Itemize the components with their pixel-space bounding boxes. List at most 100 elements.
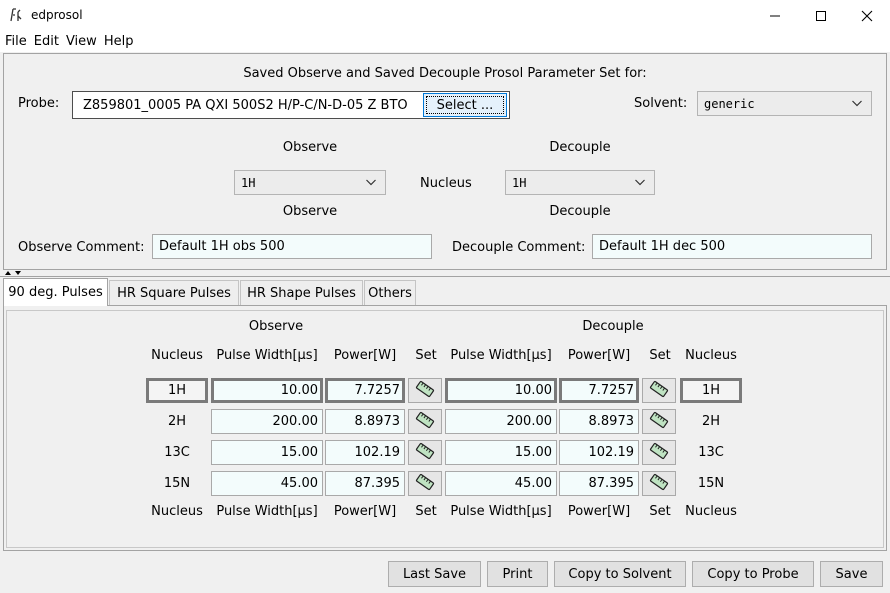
observe-set-button[interactable] <box>408 471 442 496</box>
menu-file[interactable]: File <box>5 34 31 49</box>
decouple-title: Decouple <box>549 140 611 155</box>
ruler-icon <box>648 380 670 402</box>
ruler-icon <box>648 411 670 433</box>
select-probe-button[interactable]: Select ... <box>423 93 507 117</box>
observe-set-button[interactable] <box>408 409 442 434</box>
chevron-down-icon <box>366 179 376 186</box>
decouple-power-cell[interactable]: 87.395 <box>559 471 639 496</box>
footer-header-observe-set: Set <box>415 504 437 519</box>
copy-to-solvent-button[interactable]: Copy to Solvent <box>554 561 686 587</box>
menu-edit[interactable]: Edit <box>34 34 63 49</box>
decouple-nucleus-dropdown[interactable]: 1H <box>505 170 655 195</box>
print-button[interactable]: Print <box>487 561 548 587</box>
table-decouple-title: Decouple <box>582 319 644 334</box>
footer-header-decouple-pulse-width: Pulse Width[µs] <box>450 504 552 519</box>
decouple-comment-value: Default 1H dec 500 <box>599 239 726 254</box>
ruler-icon <box>414 380 436 402</box>
solvent-label: Solvent: <box>634 96 688 111</box>
observe-power-cell[interactable]: 102.19 <box>325 440 405 465</box>
menu-help[interactable]: Help <box>104 34 138 49</box>
decouple-nucleus-cell: 13C <box>698 445 724 460</box>
solvent-value: generic <box>704 96 755 111</box>
column-header-observe-pulse-width: Pulse Width[µs] <box>216 348 318 363</box>
maximize-icon <box>816 10 826 21</box>
observe-comment-field[interactable]: Default 1H obs 500 <box>152 234 432 259</box>
footer-header-decouple-nucleus: Nucleus <box>685 504 737 519</box>
observe-set-button[interactable] <box>408 440 442 465</box>
decouple-power-cell[interactable]: 8.8973 <box>559 409 639 434</box>
decouple-pulse-width-cell[interactable]: 15.00 <box>445 440 557 465</box>
decouple-nucleus-value: 1H <box>512 175 527 190</box>
footer-header-decouple-set: Set <box>649 504 671 519</box>
split-divider[interactable] <box>0 276 890 277</box>
minimize-button[interactable] <box>752 0 798 31</box>
decouple-pulse-width-cell[interactable]: 200.00 <box>445 409 557 434</box>
chevron-down-icon <box>852 100 862 107</box>
observe-subtitle: Observe <box>282 204 338 219</box>
tab-hr-shape-pulses[interactable]: HR Shape Pulses <box>240 280 363 305</box>
ruler-icon <box>414 473 436 495</box>
ruler-icon <box>648 442 670 464</box>
decouple-set-button[interactable] <box>642 409 676 434</box>
decouple-power-cell[interactable]: 102.19 <box>559 440 639 465</box>
decouple-set-button[interactable] <box>642 471 676 496</box>
close-icon <box>861 10 873 21</box>
footer-header-observe-power: Power[W] <box>333 504 397 519</box>
solvent-dropdown[interactable]: generic <box>697 91 872 116</box>
observe-power-cell[interactable]: 87.395 <box>325 471 405 496</box>
observe-power-cell[interactable]: 8.8973 <box>325 409 405 434</box>
decouple-nucleus-cell: 1H <box>680 378 742 403</box>
decouple-pulse-width-cell[interactable]: 45.00 <box>445 471 557 496</box>
maximize-button[interactable] <box>798 0 844 31</box>
column-header-decouple-set: Set <box>649 348 671 363</box>
footer-header-observe-pulse-width: Pulse Width[µs] <box>216 504 318 519</box>
column-header-decouple-nucleus: Nucleus <box>685 348 737 363</box>
decouple-set-button[interactable] <box>642 378 676 403</box>
save-button[interactable]: Save <box>820 561 883 587</box>
observe-power-cell[interactable]: 7.7257 <box>325 378 405 403</box>
last-save-button[interactable]: Last Save <box>388 561 481 587</box>
column-header-decouple-pulse-width: Pulse Width[µs] <box>450 348 552 363</box>
column-header-observe-nucleus: Nucleus <box>151 348 203 363</box>
decouple-power-cell[interactable]: 7.7257 <box>559 378 639 403</box>
decouple-comment-label: Decouple Comment: <box>452 240 586 255</box>
window-title: edprosol <box>31 8 83 22</box>
observe-title: Observe <box>282 140 338 155</box>
minimize-icon <box>770 15 780 16</box>
decouple-comment-field[interactable]: Default 1H dec 500 <box>592 234 872 259</box>
decouple-pulse-width-cell[interactable]: 10.00 <box>445 378 557 403</box>
tab-90-deg-pulses[interactable]: 90 deg. Pulses <box>3 278 108 306</box>
close-button[interactable] <box>844 0 890 31</box>
table-observe-title: Observe <box>248 319 304 334</box>
chevron-down-icon <box>635 179 645 186</box>
observe-nucleus-value: 1H <box>241 175 256 190</box>
ruler-icon <box>414 411 436 433</box>
observe-pulse-width-cell[interactable]: 45.00 <box>211 471 323 496</box>
observe-comment-label: Observe Comment: <box>18 240 145 255</box>
observe-nucleus-cell: 15N <box>163 476 191 491</box>
column-header-decouple-power: Power[W] <box>567 348 631 363</box>
column-header-observe-set: Set <box>415 348 437 363</box>
app-icon <box>9 7 25 23</box>
probe-label: Probe: <box>18 96 60 111</box>
decouple-nucleus-cell: 15N <box>697 476 725 491</box>
nucleus-label: Nucleus <box>420 176 472 191</box>
copy-to-probe-button[interactable]: Copy to Probe <box>692 561 814 587</box>
observe-pulse-width-cell[interactable]: 15.00 <box>211 440 323 465</box>
decouple-set-button[interactable] <box>642 440 676 465</box>
decouple-subtitle: Decouple <box>549 204 611 219</box>
tab-hr-square-pulses[interactable]: HR Square Pulses <box>109 280 239 305</box>
probe-value: Z859801_0005 PA QXI 500S2 H/P-C/N-D-05 Z… <box>83 97 408 113</box>
observe-set-button[interactable] <box>408 378 442 403</box>
observe-nucleus-cell: 1H <box>146 378 208 403</box>
title-bar: edprosol <box>0 0 890 31</box>
decouple-nucleus-cell: 2H <box>701 414 721 429</box>
observe-nucleus-cell: 2H <box>167 414 187 429</box>
column-header-observe-power: Power[W] <box>333 348 397 363</box>
footer-header-observe-nucleus: Nucleus <box>151 504 203 519</box>
tab-others[interactable]: Others <box>364 280 416 305</box>
observe-pulse-width-cell[interactable]: 200.00 <box>211 409 323 434</box>
menu-view[interactable]: View <box>66 34 101 49</box>
observe-pulse-width-cell[interactable]: 10.00 <box>211 378 323 403</box>
observe-nucleus-dropdown[interactable]: 1H <box>234 170 386 195</box>
